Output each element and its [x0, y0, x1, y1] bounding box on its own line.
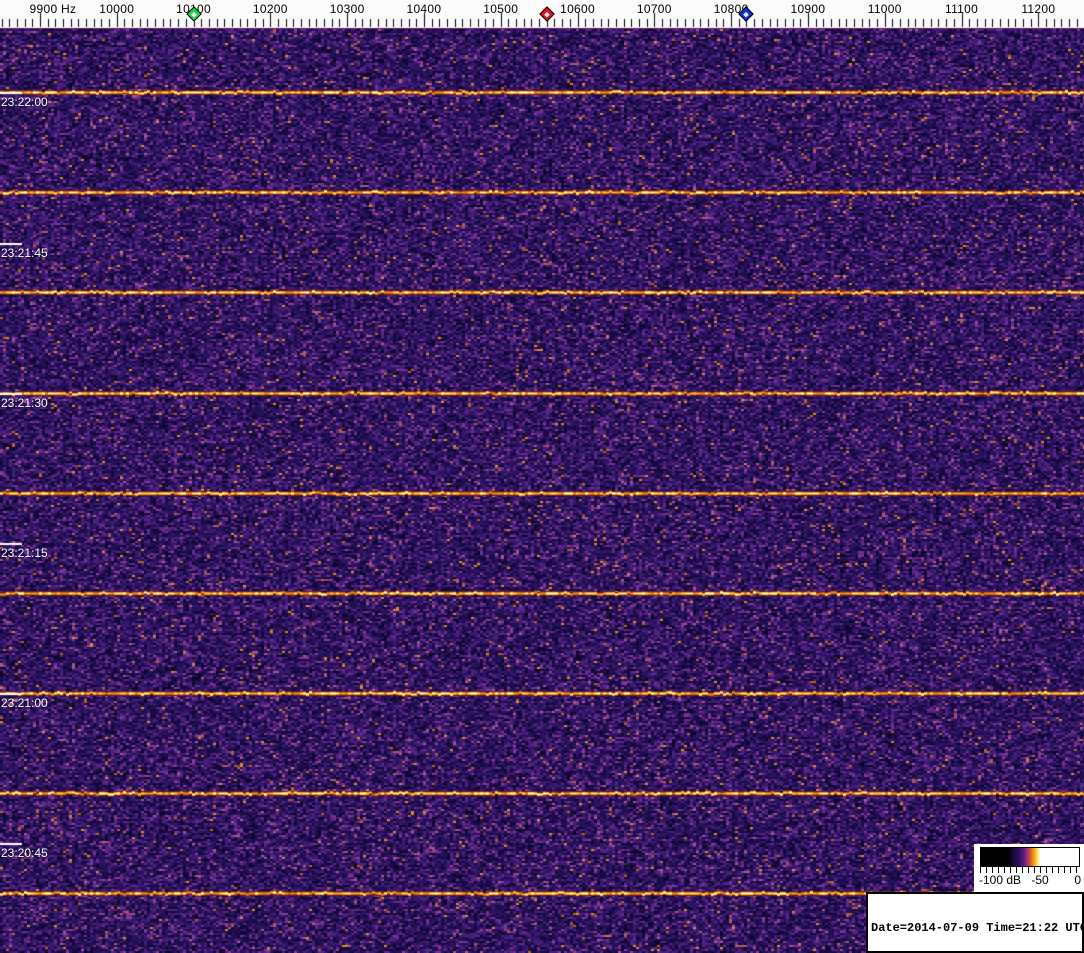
freq-tick-label: 10000: [99, 2, 135, 16]
time-tick-label: 23:20:45: [1, 846, 48, 860]
spectrogram-canvas[interactable]: [0, 0, 1084, 953]
amplitude-gradient-bar: [980, 847, 1080, 867]
freq-tick-label: 11000: [867, 2, 902, 16]
time-tick-label: 23:21:00: [1, 696, 48, 710]
db-max-label: 0: [1074, 873, 1081, 887]
freq-tick-label: 11100: [944, 2, 979, 16]
freq-tick-label: 11200: [1021, 2, 1056, 16]
freq-tick-label: 10400: [406, 2, 442, 16]
freq-tick-label: 9900 Hz: [29, 2, 77, 16]
color-scale-legend: -100 dB -50 0: [974, 844, 1084, 893]
time-tick-label: 23:21:15: [1, 546, 48, 560]
db-mid-label: -50: [1031, 873, 1049, 887]
freq-tick-label: 10700: [636, 2, 672, 16]
amplitude-labels: -100 dB -50 0: [974, 873, 1084, 889]
red-marker-center: [543, 11, 550, 17]
blue-marker-center: [743, 11, 750, 17]
freq-tick-label: 10900: [790, 2, 826, 16]
info-date-time: Date=2014-07-09 Time=21:22 UTC: [871, 921, 1084, 935]
freq-tick-label: 10500: [483, 2, 519, 16]
spectrum-waterfall-window: 9900 Hz100001010010200103001040010500106…: [0, 0, 1084, 953]
green-marker-center: [190, 11, 197, 17]
time-tick-label: 23:21:30: [1, 396, 48, 410]
frequency-ruler[interactable]: 9900 Hz100001010010200103001040010500106…: [0, 0, 1084, 29]
freq-tick-label: 10200: [252, 2, 288, 16]
station-info-box: Date=2014-07-09 Time=21:22 UTC Freq=143 …: [866, 892, 1084, 953]
red-frequency-marker[interactable]: [539, 6, 555, 22]
freq-tick-label: 10300: [329, 2, 365, 16]
db-min-label: -100 dB: [979, 873, 1022, 887]
time-tick-label: 23:22:00: [1, 95, 48, 109]
time-tick-label: 23:21:45: [1, 246, 48, 260]
freq-tick-label: 10600: [560, 2, 595, 16]
